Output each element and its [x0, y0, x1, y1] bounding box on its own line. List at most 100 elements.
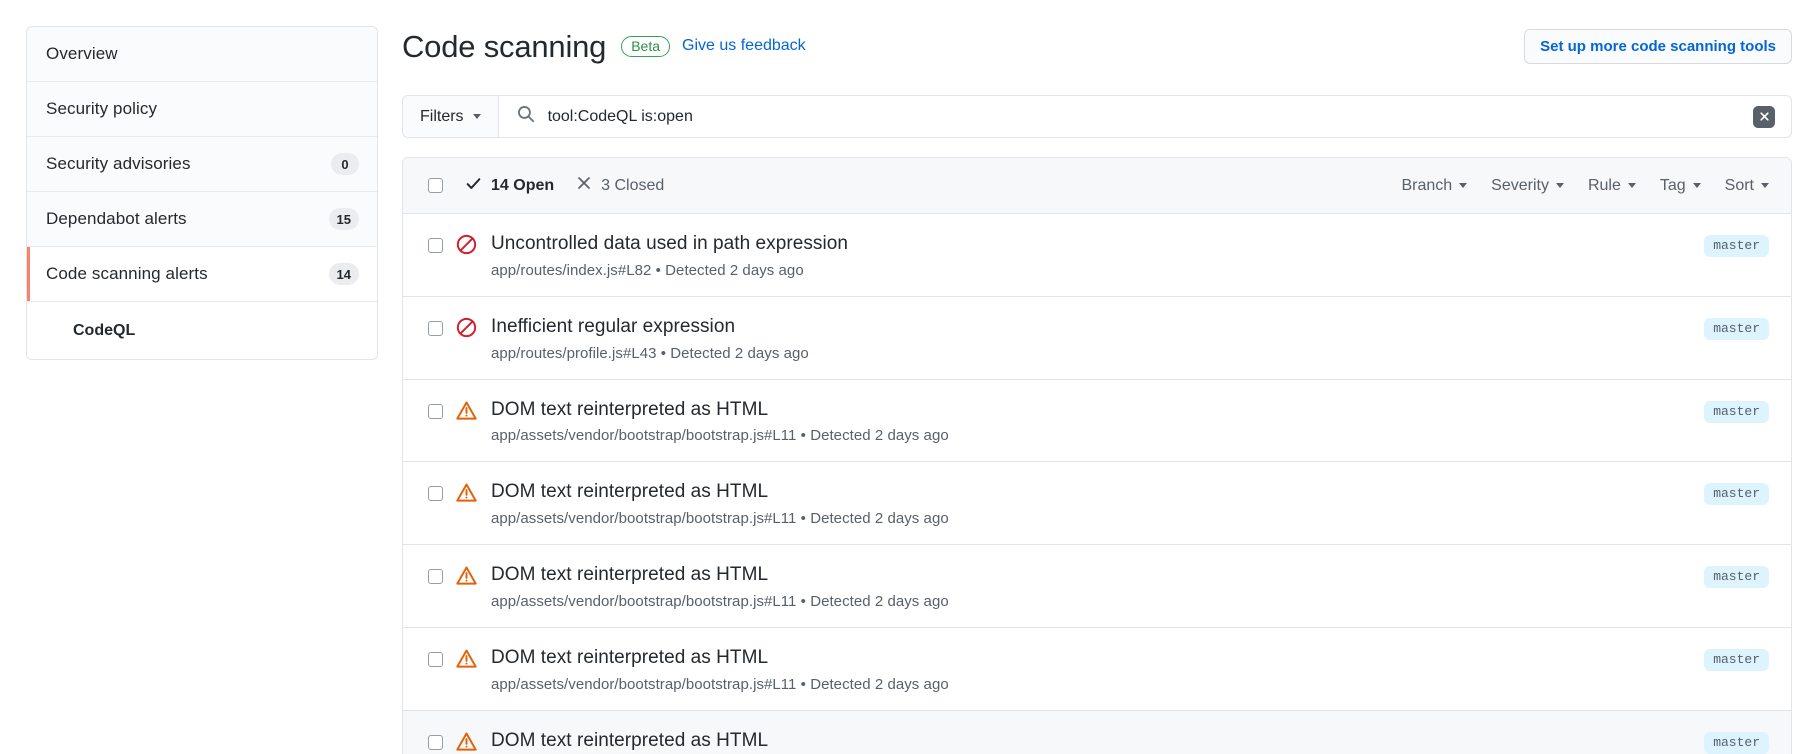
- filters-label: Filters: [420, 107, 464, 125]
- chevron-down-icon: [1555, 183, 1564, 188]
- beta-badge: Beta: [621, 35, 671, 57]
- branch-badge: master: [1704, 566, 1769, 588]
- chevron-down-icon: [1692, 183, 1701, 188]
- sidebar-item-label: Code scanning alerts: [46, 264, 208, 283]
- filter-menu-label: Tag: [1659, 176, 1686, 194]
- alert-body: DOM text reinterpreted as HTML app/assets…: [491, 563, 1690, 610]
- alert-row[interactable]: DOM text reinterpreted as HTML app/assets…: [403, 627, 1791, 711]
- alert-select-checkbox[interactable]: [428, 320, 443, 336]
- filters-dropdown-button[interactable]: Filters: [403, 96, 499, 137]
- branch-badge: master: [1704, 731, 1769, 754]
- error-severity-icon: [456, 317, 477, 343]
- alert-title-link[interactable]: DOM text reinterpreted as HTML: [491, 646, 1690, 670]
- search-icon: [517, 105, 535, 128]
- sidebar-item-label: Dependabot alerts: [46, 209, 187, 228]
- alert-body: DOM text reinterpreted as HTML app/assets…: [491, 398, 1690, 445]
- filter-menu-severity[interactable]: Severity: [1491, 177, 1564, 195]
- filter-menus: Branch Severity Rule Tag Sort: [1401, 177, 1769, 195]
- sidebar-subitem-codeql[interactable]: CodeQL: [27, 302, 377, 359]
- filter-menu-rule[interactable]: Rule: [1588, 177, 1636, 195]
- alert-meta: app/routes/profile.js#L43 • Detected 2 d…: [491, 344, 809, 362]
- alert-title-link[interactable]: Inefficient regular expression: [491, 315, 1690, 339]
- chevron-down-icon: [1459, 183, 1468, 188]
- filter-menu-label: Sort: [1724, 176, 1754, 194]
- select-all-checkbox[interactable]: [428, 178, 443, 193]
- chevron-down-icon: [1761, 183, 1769, 188]
- alert-title-link[interactable]: DOM text reinterpreted as HTML: [491, 563, 1690, 587]
- alert-title-link[interactable]: Uncontrolled data used in path expressio…: [491, 232, 1690, 256]
- filter-menu-label: Branch: [1401, 176, 1453, 194]
- alert-row[interactable]: Uncontrolled data used in path expressio…: [403, 214, 1791, 297]
- alert-select-checkbox[interactable]: [428, 238, 443, 253]
- alert-title-link[interactable]: DOM text reinterpreted as HTML: [491, 480, 1690, 504]
- closed-alerts-label: 3 Closed: [601, 176, 665, 194]
- warning-severity-icon: [456, 565, 477, 591]
- alert-body: Inefficient regular expression app/routes…: [491, 315, 1690, 362]
- filter-menu-tag[interactable]: Tag: [1660, 177, 1701, 195]
- alert-row[interactable]: Inefficient regular expression app/routes…: [403, 296, 1791, 380]
- sidebar-item-security-policy[interactable]: Security policy: [27, 82, 377, 137]
- sidebar-item-label: Security advisories: [46, 154, 191, 173]
- state-filter-group: 14 Open 3 Closed: [465, 175, 664, 197]
- alert-row[interactable]: DOM text reinterpreted as HTMLapp/assets…: [403, 710, 1791, 754]
- sidebar-item-label: Overview: [46, 44, 118, 63]
- close-x-icon: [576, 175, 592, 196]
- branch-badge: master: [1704, 235, 1769, 257]
- chevron-down-icon: [1627, 183, 1636, 188]
- search-input[interactable]: [547, 107, 1740, 126]
- search-bar: Filters: [402, 95, 1792, 138]
- alert-meta: app/routes/index.js#L82 • Detected 2 day…: [491, 261, 804, 279]
- warning-severity-icon: [456, 482, 477, 508]
- sidebar-item-counter: 14: [328, 263, 359, 285]
- filter-menu-label: Rule: [1587, 176, 1621, 194]
- code-scanning-page: Overview Security policy Security advisori…: [0, 0, 1820, 754]
- set-up-more-tools-button[interactable]: Set up more code scanning tools: [1524, 28, 1792, 64]
- branch-badge: master: [1704, 648, 1769, 671]
- alert-select-checkbox[interactable]: [428, 403, 443, 419]
- error-severity-icon: [456, 234, 477, 260]
- main-content: Code scanning Beta Give us feedback Set …: [400, 0, 1820, 754]
- chevron-down-icon: [472, 114, 481, 119]
- alert-row[interactable]: DOM text reinterpreted as HTMLapp/assets…: [403, 462, 1791, 545]
- page-title: Code scanning: [402, 28, 607, 64]
- alert-row[interactable]: DOM text reinterpreted as HTML app/assets…: [403, 545, 1791, 628]
- alert-body: DOM text reinterpreted as HTMLapp/assets…: [491, 480, 1690, 527]
- filter-menu-sort[interactable]: Sort: [1725, 177, 1769, 195]
- sidebar-item-dependabot-alerts[interactable]: Dependabot alerts 15: [27, 192, 377, 247]
- branch-badge: master: [1704, 400, 1769, 423]
- sidebar-item-counter: 15: [328, 208, 359, 230]
- alert-meta: app/assets/vendor/bootstrap/bootstrap.js…: [491, 592, 949, 610]
- sidebar-item-counter: 0: [331, 153, 359, 175]
- alert-select-checkbox[interactable]: [428, 651, 443, 667]
- alert-meta: app/assets/vendor/bootstrap/bootstrap.js…: [491, 675, 949, 693]
- sidebar-item-code-scanning-alerts[interactable]: Code scanning alerts 14: [27, 247, 377, 302]
- open-alerts-label: 14 Open: [491, 176, 555, 194]
- closed-alerts-filter[interactable]: 3 Closed: [576, 175, 664, 196]
- give-us-feedback-link[interactable]: Give us feedback: [682, 37, 806, 55]
- branch-badge: master: [1704, 483, 1769, 506]
- alert-select-checkbox[interactable]: [428, 486, 443, 502]
- alert-body: DOM text reinterpreted as HTMLapp/assets…: [491, 729, 1690, 754]
- alert-title-link[interactable]: DOM text reinterpreted as HTML: [491, 398, 1690, 422]
- alert-body: DOM text reinterpreted as HTML app/assets…: [491, 646, 1690, 693]
- search-field: [499, 96, 1791, 137]
- alerts-list: Uncontrolled data used in path expressio…: [403, 214, 1791, 754]
- alert-title-link[interactable]: DOM text reinterpreted as HTML: [491, 729, 1690, 753]
- clear-search-icon[interactable]: [1753, 105, 1775, 128]
- warning-severity-icon: [456, 731, 477, 754]
- open-alerts-filter[interactable]: 14 Open: [465, 175, 554, 197]
- filter-menu-branch[interactable]: Branch: [1401, 176, 1468, 195]
- sidebar-item-overview[interactable]: Overview: [27, 27, 377, 82]
- sidebar-item-security-advisories[interactable]: Security advisories 0: [27, 137, 377, 192]
- alerts-toolbar: 14 Open 3 Closed Branch Severity Rule Tag So…: [403, 158, 1791, 214]
- warning-severity-icon: [456, 400, 477, 426]
- alert-row[interactable]: DOM text reinterpreted as HTML app/assets…: [403, 379, 1791, 463]
- security-sidebar: Overview Security policy Security advisori…: [26, 26, 378, 360]
- alert-select-checkbox[interactable]: [428, 734, 443, 750]
- sidebar-container: Overview Security policy Security advisori…: [0, 0, 400, 360]
- check-icon: [465, 175, 482, 197]
- alert-body: Uncontrolled data used in path expressio…: [491, 232, 1690, 279]
- page-header: Code scanning Beta Give us feedback Set …: [402, 22, 1792, 74]
- alert-select-checkbox[interactable]: [428, 569, 443, 584]
- alert-meta: app/assets/vendor/bootstrap/bootstrap.js…: [491, 427, 949, 445]
